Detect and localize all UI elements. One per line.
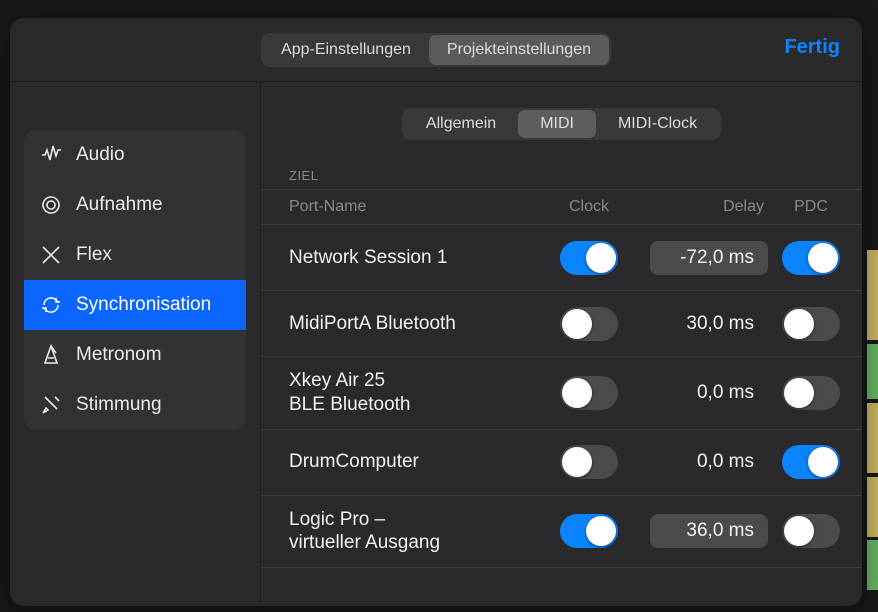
col-header-delay: Delay	[634, 198, 774, 216]
midi-ports-table-header: Port-Name Clock Delay PDC	[261, 189, 862, 225]
subtab-midi[interactable]: MIDI	[518, 110, 596, 138]
sync-subtab-segmented: Allgemein MIDI MIDI-Clock	[402, 108, 721, 140]
sidebar-item-record[interactable]: Aufnahme	[24, 180, 246, 230]
sidebar-item-audio[interactable]: Audio	[24, 130, 246, 180]
table-row: DrumComputer 0,0 ms	[261, 430, 862, 496]
col-header-name: Port-Name	[289, 198, 544, 216]
port-name: MidiPortA Bluetooth	[289, 312, 544, 336]
table-row: Network Session 1 -72,0 ms	[261, 225, 862, 291]
sidebar-item-label: Aufnahme	[76, 194, 163, 216]
done-button[interactable]: Fertig	[784, 36, 840, 59]
port-name: Network Session 1	[289, 246, 544, 270]
col-header-pdc: PDC	[774, 198, 848, 216]
settings-modal: App-Einstellungen Projekteinstellungen F…	[10, 18, 862, 606]
metronome-icon	[40, 344, 62, 366]
table-row: Logic Pro – virtueller Ausgang 36,0 ms	[261, 496, 862, 569]
section-label-destination: ZIEL	[261, 160, 862, 189]
clock-toggle[interactable]	[560, 307, 618, 341]
settings-sidebar: Audio Aufnahme Flex	[10, 82, 260, 606]
delay-field[interactable]: 36,0 ms	[650, 514, 768, 548]
settings-sidebar-list: Audio Aufnahme Flex	[24, 130, 246, 430]
sidebar-item-label: Flex	[76, 244, 112, 266]
sidebar-item-metronome[interactable]: Metronom	[24, 330, 246, 380]
port-name: Xkey Air 25 BLE Bluetooth	[289, 369, 544, 417]
clock-toggle[interactable]	[560, 514, 618, 548]
pdc-toggle[interactable]	[782, 241, 840, 275]
col-header-clock: Clock	[544, 198, 634, 216]
settings-scope-segmented: App-Einstellungen Projekteinstellungen	[261, 33, 611, 67]
subtab-midi-clock[interactable]: MIDI-Clock	[596, 110, 719, 138]
record-icon	[40, 194, 62, 216]
clock-toggle[interactable]	[560, 445, 618, 479]
sync-settings-panel: Allgemein MIDI MIDI-Clock ZIEL Port-Name…	[260, 82, 862, 606]
flex-icon	[40, 244, 62, 266]
pdc-toggle[interactable]	[782, 307, 840, 341]
sidebar-item-flex[interactable]: Flex	[24, 230, 246, 280]
clock-toggle[interactable]	[560, 376, 618, 410]
delay-field[interactable]: 0,0 ms	[650, 445, 768, 479]
waveform-icon	[40, 144, 62, 166]
clock-toggle[interactable]	[560, 241, 618, 275]
sidebar-item-tuning[interactable]: Stimmung	[24, 380, 246, 430]
delay-field[interactable]: 30,0 ms	[650, 307, 768, 341]
subtab-general[interactable]: Allgemein	[404, 110, 518, 138]
sidebar-item-label: Metronom	[76, 344, 162, 366]
pdc-toggle[interactable]	[782, 376, 840, 410]
delay-field[interactable]: 0,0 ms	[650, 376, 768, 410]
sidebar-item-label: Audio	[76, 144, 125, 166]
tuning-fork-icon	[40, 394, 62, 416]
midi-ports-table-body: Network Session 1 -72,0 ms MidiPortA Bluet…	[261, 225, 862, 568]
pdc-toggle[interactable]	[782, 514, 840, 548]
pdc-toggle[interactable]	[782, 445, 840, 479]
sidebar-item-sync[interactable]: Synchronisation	[24, 280, 246, 330]
port-name: DrumComputer	[289, 450, 544, 474]
table-row: MidiPortA Bluetooth 30,0 ms	[261, 291, 862, 357]
delay-field[interactable]: -72,0 ms	[650, 241, 768, 275]
sync-icon	[40, 294, 62, 316]
tab-app-settings[interactable]: App-Einstellungen	[263, 35, 429, 65]
tab-project-settings[interactable]: Projekteinstellungen	[429, 35, 609, 65]
modal-header: App-Einstellungen Projekteinstellungen F…	[10, 18, 862, 82]
table-row: Xkey Air 25 BLE Bluetooth 0,0 ms	[261, 357, 862, 430]
port-name: Logic Pro – virtueller Ausgang	[289, 508, 544, 556]
sidebar-item-label: Synchronisation	[76, 294, 211, 316]
sidebar-item-label: Stimmung	[76, 394, 162, 416]
